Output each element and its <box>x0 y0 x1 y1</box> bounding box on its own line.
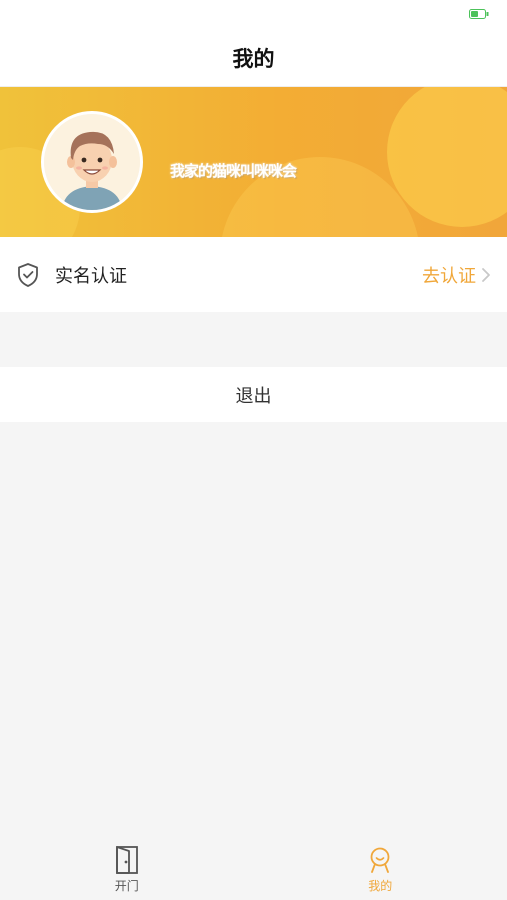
username: 我家的猫咪叫咪咪会 <box>170 162 297 180</box>
profile-banner: 我家的猫咪叫咪咪会 <box>0 87 507 237</box>
real-name-auth-row[interactable]: 实名认证 去认证 <box>0 237 507 312</box>
avatar-illustration <box>44 114 140 210</box>
logout-button[interactable]: 退出 <box>0 367 507 422</box>
tab-open-door[interactable]: 开门 <box>0 840 254 900</box>
tab-label: 我的 <box>368 879 393 893</box>
tab-mine[interactable]: 我的 <box>254 840 507 900</box>
go-auth-label: 去认证 <box>422 265 476 287</box>
go-auth-button[interactable]: 去认证 <box>422 262 492 288</box>
nav-bar: 我的 <box>0 30 507 87</box>
door-icon <box>115 846 138 874</box>
profile-icon <box>370 847 390 873</box>
page-title: 我的 <box>232 47 275 71</box>
tab-bar: 开门 我的 <box>0 840 507 900</box>
battery-icon <box>469 9 489 19</box>
logout-label: 退出 <box>235 385 272 407</box>
chevron-right-icon <box>482 267 490 282</box>
auth-label: 实名认证 <box>55 265 127 287</box>
avatar[interactable] <box>41 111 143 213</box>
status-bar <box>0 0 507 30</box>
tab-label: 开门 <box>114 879 139 893</box>
shield-icon <box>18 262 38 287</box>
